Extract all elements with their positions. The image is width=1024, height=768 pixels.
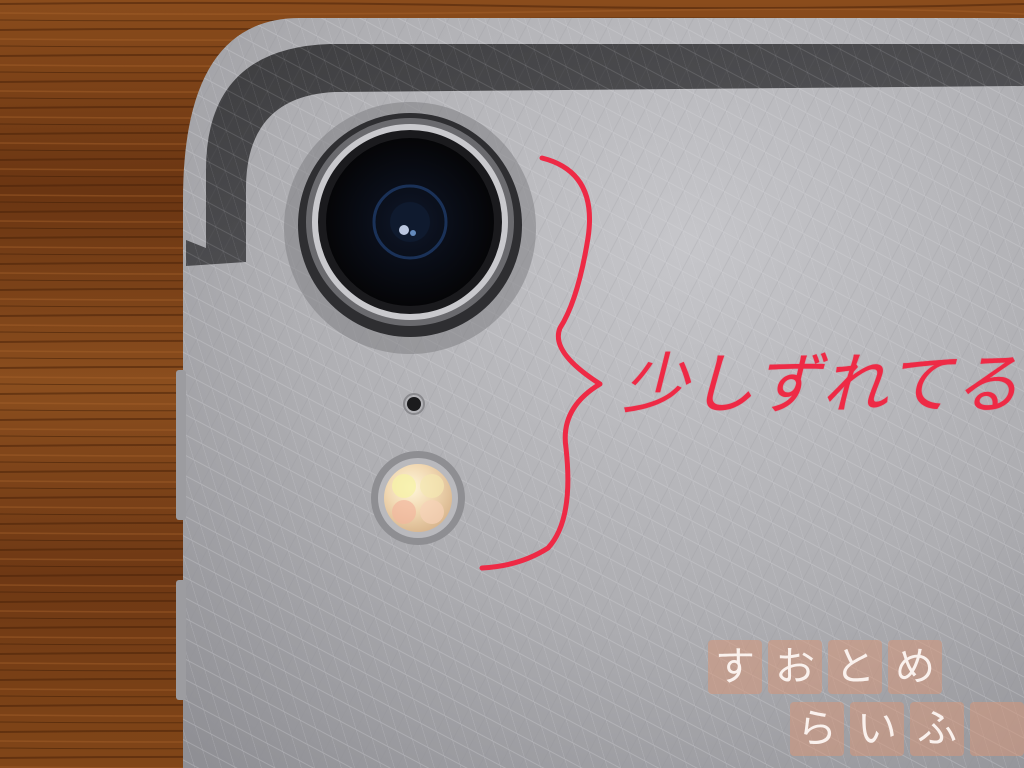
watermark-char: す: [708, 640, 762, 694]
annotation-text: 少しずれてる: [622, 346, 1021, 423]
watermark-char: と: [828, 640, 882, 694]
device-edge-lower: [176, 580, 186, 700]
watermark-char: ら: [790, 702, 844, 756]
lens-reflection: [399, 225, 409, 235]
flash: [384, 464, 452, 532]
microphone-hole: [407, 397, 421, 411]
watermark-char: ふ: [910, 702, 964, 756]
watermark-char: お: [768, 640, 822, 694]
watermark-row-2: ら い ふ: [790, 702, 1024, 756]
watermark-blank-cell: [970, 702, 1024, 756]
device-edge: [176, 370, 186, 520]
watermark-row-1: す お と め: [708, 640, 948, 694]
camera-module: [284, 102, 536, 354]
watermark-logo: す お と め ら い ふ: [708, 640, 1024, 768]
watermark-char: め: [888, 640, 942, 694]
watermark-char: い: [850, 702, 904, 756]
flash-module: [371, 451, 465, 545]
